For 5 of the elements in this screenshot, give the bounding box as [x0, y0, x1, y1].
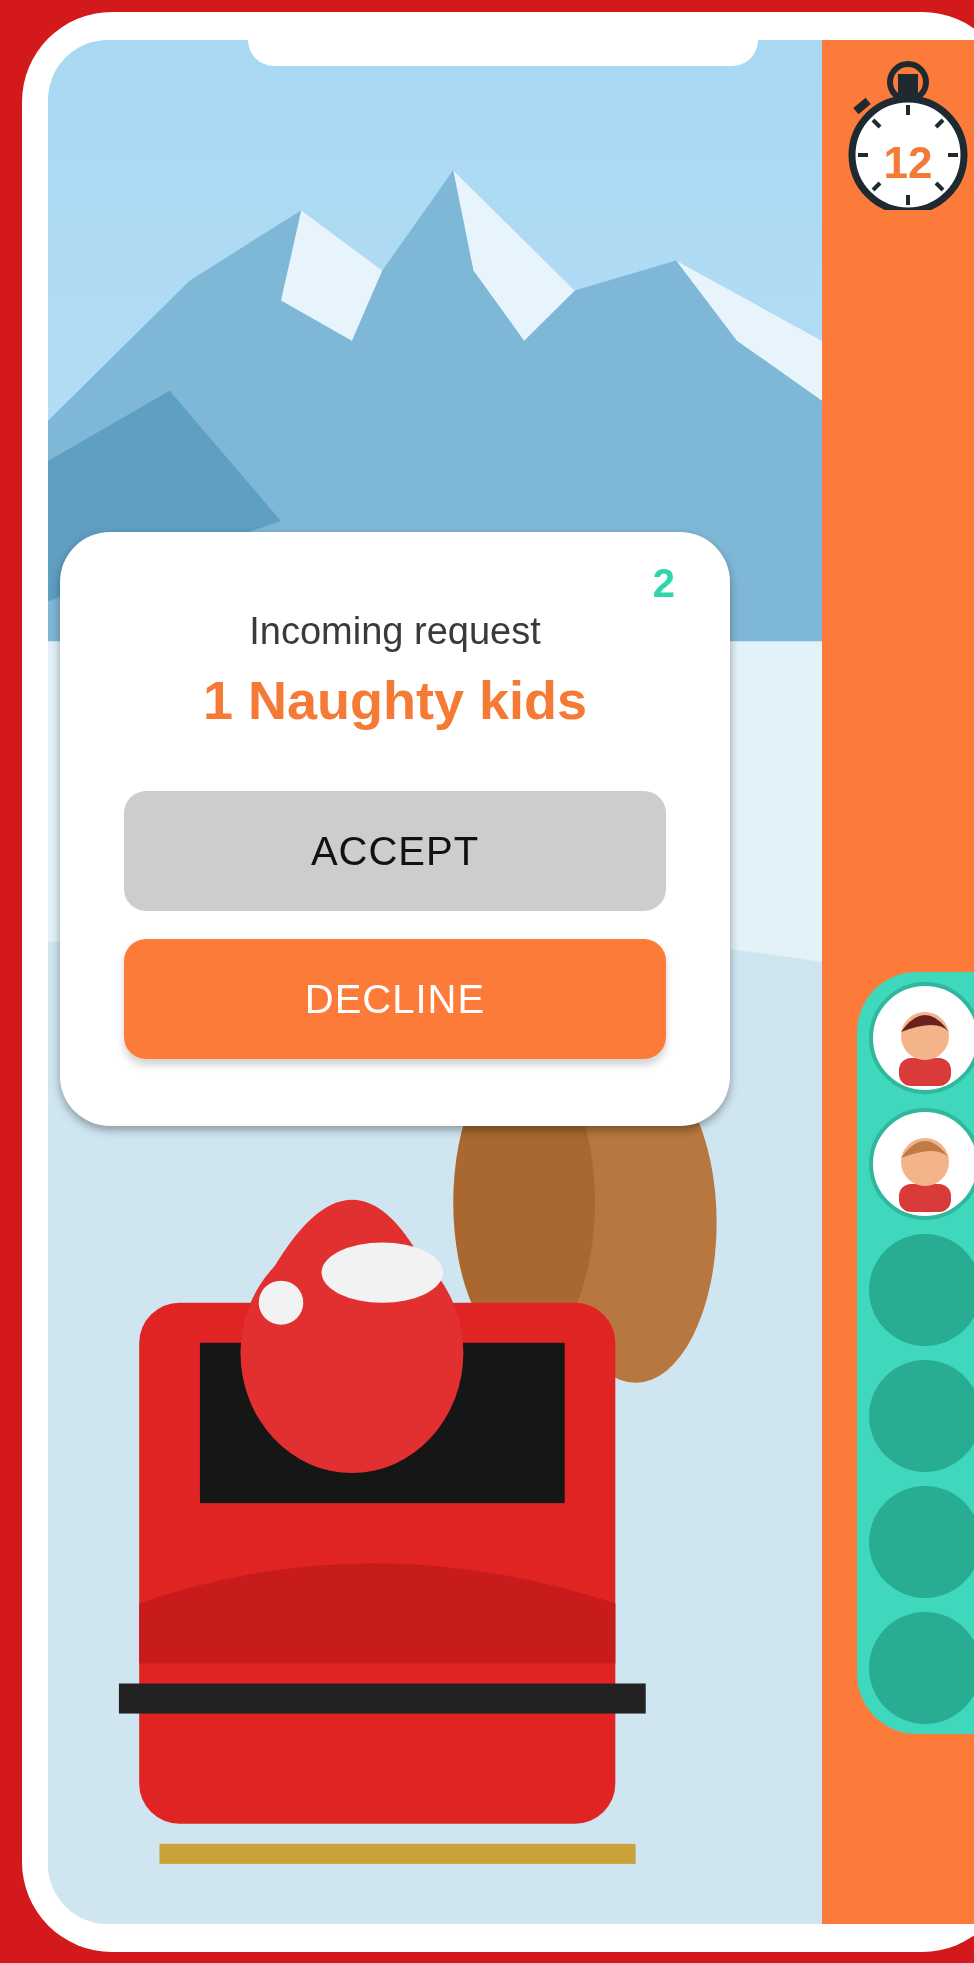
request-count: 2: [652, 560, 675, 606]
timer-value: 12: [882, 138, 934, 188]
accept-button[interactable]: ACCEPT: [124, 791, 666, 911]
dialog-title: Incoming request: [249, 610, 541, 653]
request-text: 1 Naughty kids: [202, 669, 588, 731]
